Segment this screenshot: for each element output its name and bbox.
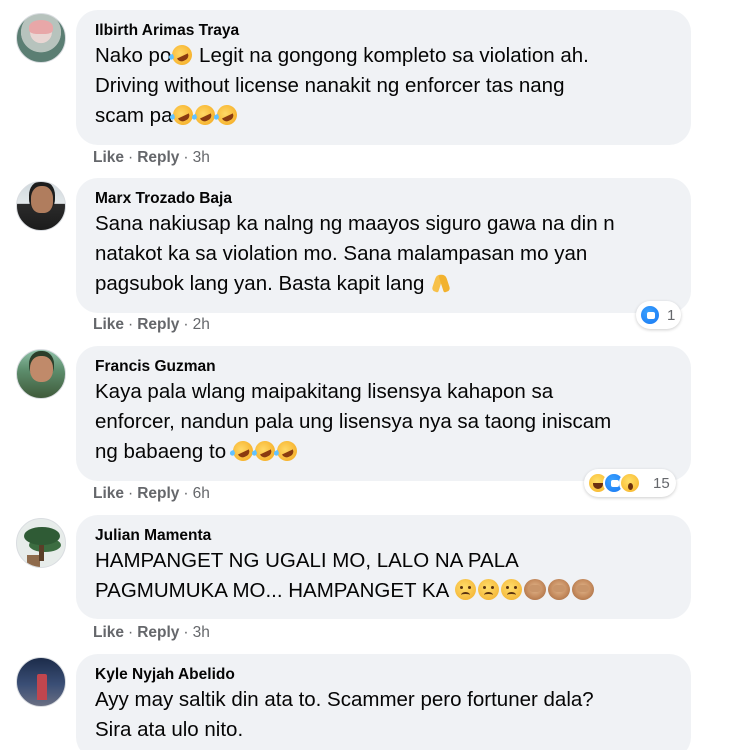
comment-bubble: Kyle Nyjah Abelido Ayy may saltik din at… (76, 654, 691, 750)
reply-button[interactable]: Reply (137, 624, 179, 641)
comment-text: Nako po Legit na gongong kompleto sa vio… (95, 41, 673, 71)
comment-text: scam pa (95, 101, 673, 131)
pray-emoji-icon (431, 273, 451, 293)
separator: · (183, 485, 189, 502)
separator: · (183, 149, 189, 166)
comment-text: Sira ata ulo nito. (95, 718, 244, 741)
see-no-evil-monkey-emoji-icon (547, 579, 570, 600)
comment-text: HAMPANGET NG UGALI MO, LALO NA PALA (95, 549, 519, 572)
comment-actions: Like · Reply · 2h (93, 316, 210, 334)
comment-text: natakot ka sa violation mo. Sana malampa… (95, 242, 588, 265)
reply-button[interactable]: Reply (137, 485, 179, 502)
see-no-evil-monkey-emoji-icon (571, 579, 594, 600)
reaction-count: 1 (667, 306, 676, 324)
comment-actions: Like · Reply · 3h (93, 624, 210, 642)
sad-emoji-icon (500, 579, 522, 600)
reaction-summary[interactable]: 15 (584, 469, 676, 497)
reply-button[interactable]: Reply (137, 149, 179, 166)
comment-timestamp[interactable]: 2h (193, 316, 210, 333)
separator: · (128, 149, 134, 166)
separator: · (128, 485, 134, 502)
comment-text: Kaya pala wlang maipakitang lisensya kah… (95, 380, 554, 403)
comment-timestamp[interactable]: 3h (193, 149, 210, 166)
avatar[interactable] (16, 657, 66, 707)
rofl-emoji-icon (214, 101, 241, 129)
separator: · (183, 624, 189, 641)
comment-timestamp[interactable]: 3h (193, 624, 210, 641)
comment-text: pagsubok lang yan. Basta kapit lang (95, 269, 673, 299)
wow-reaction-icon (619, 472, 641, 494)
reaction-summary[interactable]: 1 (636, 301, 682, 329)
comment-bubble: Julian Mamenta HAMPANGET NG UGALI MO, LA… (76, 515, 691, 619)
like-button[interactable]: Like (93, 316, 124, 333)
comment-bubble: Marx Trozado Baja Sana nakiusap ka nalng… (76, 178, 691, 313)
comment-text: enforcer, nandun pala ung lisensya nya s… (95, 410, 612, 433)
see-no-evil-monkey-emoji-icon (523, 579, 546, 600)
comment-bubble: Francis Guzman Kaya pala wlang maipakita… (76, 346, 691, 481)
comment-bubble: Ilbirth Arimas Traya Nako po Legit na go… (76, 10, 691, 145)
comment-author[interactable]: Marx Trozado Baja (95, 189, 673, 209)
comment-author[interactable]: Julian Mamenta (95, 526, 673, 546)
comment-text: Driving without license nanakit ng enfor… (95, 74, 565, 97)
sad-emoji-icon (454, 579, 476, 600)
comment-timestamp[interactable]: 6h (193, 485, 210, 502)
comment-text: Sana nakiusap ka nalng ng maayos siguro … (95, 212, 615, 235)
reply-button[interactable]: Reply (137, 316, 179, 333)
comment-author[interactable]: Kyle Nyjah Abelido (95, 665, 673, 685)
sad-emoji-icon (477, 579, 499, 600)
rofl-emoji-icon (169, 41, 196, 69)
like-button[interactable]: Like (93, 624, 124, 641)
avatar[interactable] (16, 349, 66, 399)
like-button[interactable]: Like (93, 149, 124, 166)
comment-text: ng babaeng to (95, 437, 673, 467)
separator: · (128, 316, 134, 333)
like-button[interactable]: Like (93, 485, 124, 502)
rofl-emoji-icon (273, 437, 301, 465)
comment-text: Ayy may saltik din ata to. Scammer pero … (95, 688, 594, 711)
comment-actions: Like · Reply · 6h (93, 485, 210, 503)
comment-text: PAGMUMUKA MO... HAMPANGET KA (95, 576, 673, 606)
like-reaction-icon (639, 304, 661, 326)
comment-author[interactable]: Ilbirth Arimas Traya (95, 21, 673, 41)
comment-actions: Like · Reply · 3h (93, 149, 210, 167)
separator: · (128, 624, 134, 641)
separator: · (183, 316, 189, 333)
avatar[interactable] (16, 518, 66, 568)
avatar[interactable] (16, 13, 66, 63)
comment-author[interactable]: Francis Guzman (95, 357, 673, 377)
reaction-count: 15 (653, 474, 670, 492)
avatar[interactable] (16, 181, 66, 231)
